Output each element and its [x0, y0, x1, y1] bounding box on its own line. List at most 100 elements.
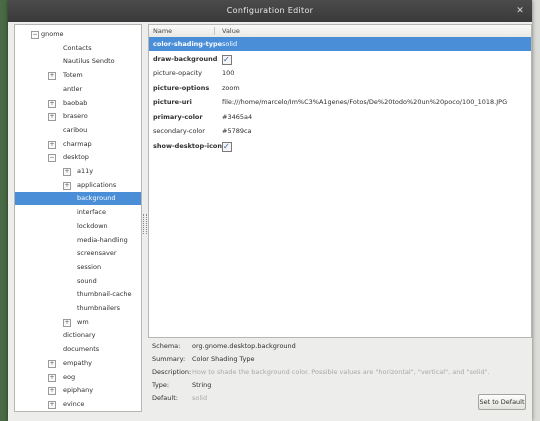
key-value[interactable]: solid	[222, 37, 237, 51]
tree-item[interactable]: sound	[15, 275, 141, 288]
background-window-edge	[531, 0, 540, 421]
tree-item[interactable]: + eog	[15, 371, 141, 384]
key-name: picture-opacity	[153, 69, 203, 77]
tree-item[interactable]: media-handling	[15, 234, 141, 247]
key-row[interactable]: show-desktop-icons	[149, 139, 531, 154]
tree-item-label: background	[77, 194, 116, 203]
key-value[interactable]: #5789ca	[222, 124, 252, 138]
keys-list[interactable]: Name Value color-shading-type solid draw-b…	[148, 24, 532, 338]
key-row[interactable]: primary-color #3465a4	[149, 110, 531, 124]
close-icon[interactable]: ✕	[514, 5, 526, 17]
tree-item-label: lockdown	[77, 221, 108, 230]
tree-item-label: dictionary	[63, 331, 96, 340]
key-row[interactable]: secondary-color #5789ca	[149, 124, 531, 138]
tree-item[interactable]: documents	[15, 343, 141, 356]
window-title: Configuration Editor	[226, 6, 314, 15]
expand-icon[interactable]: +	[48, 113, 56, 122]
checkbox-checked-icon[interactable]	[222, 140, 232, 154]
tree-item-label: wm	[77, 317, 89, 326]
tree-item[interactable]: + brasero	[15, 110, 141, 123]
tree-item[interactable]: Nautilus Sendto	[15, 55, 141, 68]
key-name: color-shading-type	[153, 40, 223, 48]
tree-item-label: Nautilus Sendto	[63, 57, 115, 66]
window-titlebar[interactable]: Configuration Editor ✕	[8, 0, 532, 22]
set-to-default-button[interactable]: Set to Default	[478, 394, 526, 410]
tree-item-label: documents	[63, 345, 100, 354]
key-value[interactable]: zoom	[222, 81, 240, 95]
tree-item-label: a11y	[77, 167, 94, 175]
tree-item-label: session	[77, 262, 102, 271]
tree-item[interactable]: dictionary	[15, 329, 141, 342]
expand-icon[interactable]: +	[48, 387, 56, 396]
tree-item[interactable]: Contacts	[15, 42, 141, 55]
collapse-icon[interactable]: −	[31, 31, 39, 39]
expand-icon[interactable]: +	[63, 168, 71, 176]
tree-item[interactable]: + empathy	[15, 357, 141, 370]
tree-item[interactable]: + evince	[15, 398, 141, 411]
tree-item[interactable]: antler	[15, 83, 141, 96]
expand-icon[interactable]: +	[48, 99, 56, 108]
tree-item[interactable]: screensaver	[15, 247, 141, 260]
tree-item-label: evince	[63, 399, 85, 408]
tree-item-label: brasero	[63, 112, 88, 121]
key-value-checkbox[interactable]	[222, 139, 232, 157]
description-value: How to shade the background color. Possi…	[192, 368, 490, 376]
key-value[interactable]: #3465a4	[222, 110, 252, 124]
tree-item-label: epiphany	[63, 386, 94, 395]
tree-item[interactable]: + charmap	[15, 138, 141, 151]
key-value[interactable]: 100	[222, 66, 234, 80]
tree-item[interactable]: thumbnailers	[15, 302, 141, 315]
expand-icon[interactable]: +	[48, 140, 56, 149]
key-name: picture-uri	[153, 98, 192, 106]
key-name: draw-background	[153, 54, 218, 63]
tree-item[interactable]: caribou	[15, 124, 141, 137]
tree-item-label: baobab	[63, 98, 88, 107]
expand-icon[interactable]: +	[48, 400, 56, 409]
expand-icon[interactable]: +	[48, 373, 56, 382]
column-header-name[interactable]: Name	[153, 27, 172, 35]
tree-item-label: eog	[63, 372, 76, 381]
key-row[interactable]: picture-options zoom	[149, 81, 531, 95]
key-row[interactable]: picture-opacity 100	[149, 66, 531, 80]
tree-item-label: Contacts	[63, 43, 92, 52]
key-name: picture-options	[153, 83, 210, 92]
tree-item-label: thumbnailers	[77, 304, 121, 312]
tree-item[interactable]: thumbnail-cache	[15, 288, 141, 301]
tree-item[interactable]: lockdown	[15, 220, 141, 233]
column-header-value[interactable]: Value	[222, 27, 240, 35]
tree-item[interactable]: − desktop	[15, 151, 141, 164]
tree-item[interactable]: + a11y	[15, 165, 141, 178]
tree-item-label: applications	[77, 180, 117, 189]
pane-splitter[interactable]	[141, 24, 147, 410]
tree-item-label: empathy	[63, 358, 92, 367]
configuration-editor-window: Configuration Editor ✕ − gnome Contacts Nau…	[8, 0, 532, 421]
key-name: show-desktop-icons	[153, 141, 226, 150]
key-name: primary-color	[153, 112, 203, 121]
tree-item[interactable]: + applications	[15, 179, 141, 192]
key-row[interactable]: draw-background	[149, 52, 531, 67]
tree-item-label: media-handling	[77, 235, 128, 244]
tree-item-label: antler	[63, 84, 83, 93]
key-row[interactable]: picture-uri file:///home/marcelo/Im%C3%A1…	[149, 95, 531, 109]
tree-item-label: charmap	[63, 139, 92, 148]
key-value[interactable]: file:///home/marcelo/Im%C3%A1genes/Fotos…	[222, 95, 507, 109]
tree-item[interactable]: interface	[15, 206, 141, 219]
key-row[interactable]: color-shading-type solid	[149, 37, 531, 51]
collapse-icon[interactable]: −	[48, 154, 56, 163]
tree-item[interactable]: + wm	[15, 316, 141, 329]
tree-item[interactable]: − gnome	[15, 28, 141, 41]
expand-icon[interactable]: +	[48, 72, 56, 81]
splitter-grip[interactable]	[143, 214, 147, 234]
checkbox-checked-icon[interactable]	[222, 53, 232, 67]
schema-tree[interactable]: − gnome Contacts Nautilus Sendto + Totem antle…	[14, 24, 142, 412]
tree-item[interactable]: + Totem	[15, 69, 141, 82]
tree-item[interactable]: + baobab	[15, 97, 141, 110]
tree-item[interactable]: session	[15, 261, 141, 274]
tree-item-label: thumbnail-cache	[77, 290, 132, 299]
expand-icon[interactable]: +	[63, 318, 71, 327]
expand-icon[interactable]: +	[63, 181, 71, 190]
desktop-left-edge	[0, 0, 8, 421]
tree-item[interactable]: + epiphany	[15, 384, 141, 397]
tree-item[interactable]: background	[15, 192, 141, 206]
expand-icon[interactable]: +	[48, 359, 56, 368]
